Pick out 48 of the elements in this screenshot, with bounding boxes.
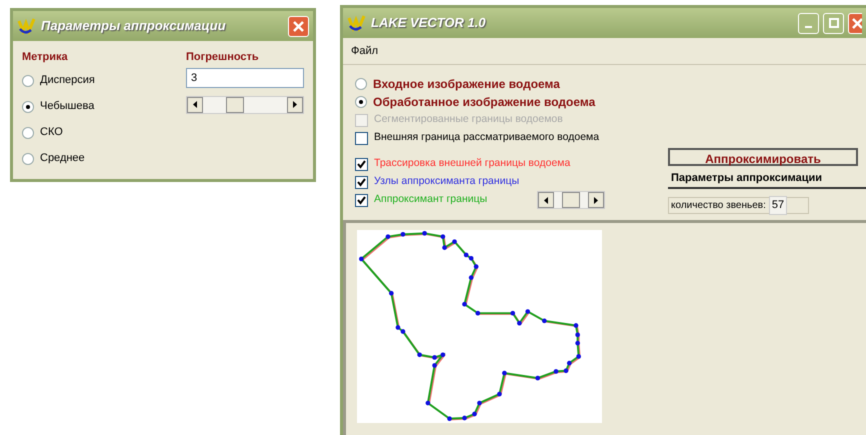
option-label: Среднее: [40, 151, 85, 166]
close-button[interactable]: [288, 16, 309, 36]
scroll-right-icon[interactable]: [287, 96, 303, 112]
maximize-button[interactable]: [823, 12, 844, 34]
checkbox[interactable]: [355, 158, 368, 170]
window-title: Параметры аппроксимации: [41, 17, 226, 36]
radio-button[interactable]: [355, 78, 367, 90]
minimize-icon: [805, 26, 812, 28]
count-label: количество звеньев:: [671, 199, 766, 213]
field-label: Погрешность: [186, 50, 260, 65]
scroll-right-icon[interactable]: [588, 192, 604, 208]
count-value: 57: [768, 196, 788, 215]
slider-thumb[interactable]: [562, 192, 580, 208]
approximate-button[interactable]: Аппроксимировать: [668, 148, 858, 166]
scroll-left-icon[interactable]: [187, 96, 203, 112]
radio-button[interactable]: [22, 152, 34, 164]
layer-slider[interactable]: [537, 191, 606, 209]
radio-button[interactable]: [22, 74, 34, 86]
checkbox-label: Трассировка внешней границы водоема: [374, 156, 570, 172]
menu-item[interactable]: Файл: [347, 42, 382, 60]
radio-button[interactable]: [22, 126, 34, 138]
scroll-left-icon[interactable]: [538, 192, 554, 208]
checkbox-label: Сегментированные границы водоемов: [374, 112, 563, 128]
window-title: LAKE VECTOR 1.0: [371, 14, 486, 32]
radio-button[interactable]: [355, 96, 367, 108]
tolerance-slider[interactable]: [186, 96, 304, 114]
option-label: Обработанное изображение водоема: [373, 94, 596, 111]
tolerance-field[interactable]: 3: [186, 68, 304, 88]
app-logo-icon: [347, 14, 367, 32]
app-logo-icon: [17, 17, 37, 35]
checkbox[interactable]: [355, 132, 368, 144]
radio-button[interactable]: [22, 100, 34, 112]
checkbox-label: Аппроксимант границы: [374, 192, 488, 208]
checkbox[interactable]: [355, 194, 368, 206]
slider-thumb[interactable]: [226, 96, 244, 112]
close-icon: [293, 20, 304, 32]
close-icon: [852, 18, 862, 28]
close-button[interactable]: [848, 12, 862, 34]
maximize-icon: [828, 18, 838, 28]
group-label: Метрика: [22, 50, 69, 65]
option-label: СКО: [40, 125, 63, 140]
option-label: Чебышева: [40, 99, 94, 114]
checkbox[interactable]: [355, 176, 368, 188]
option-label: Входное изображение водоема: [373, 76, 560, 93]
minimize-button[interactable]: [798, 12, 819, 34]
option-label: Дисперсия: [40, 73, 95, 88]
checkbox-label: Внешняя граница рассматриваемого водоема: [374, 130, 600, 146]
checkbox-label: Узлы аппроксиманта границы: [374, 174, 520, 190]
